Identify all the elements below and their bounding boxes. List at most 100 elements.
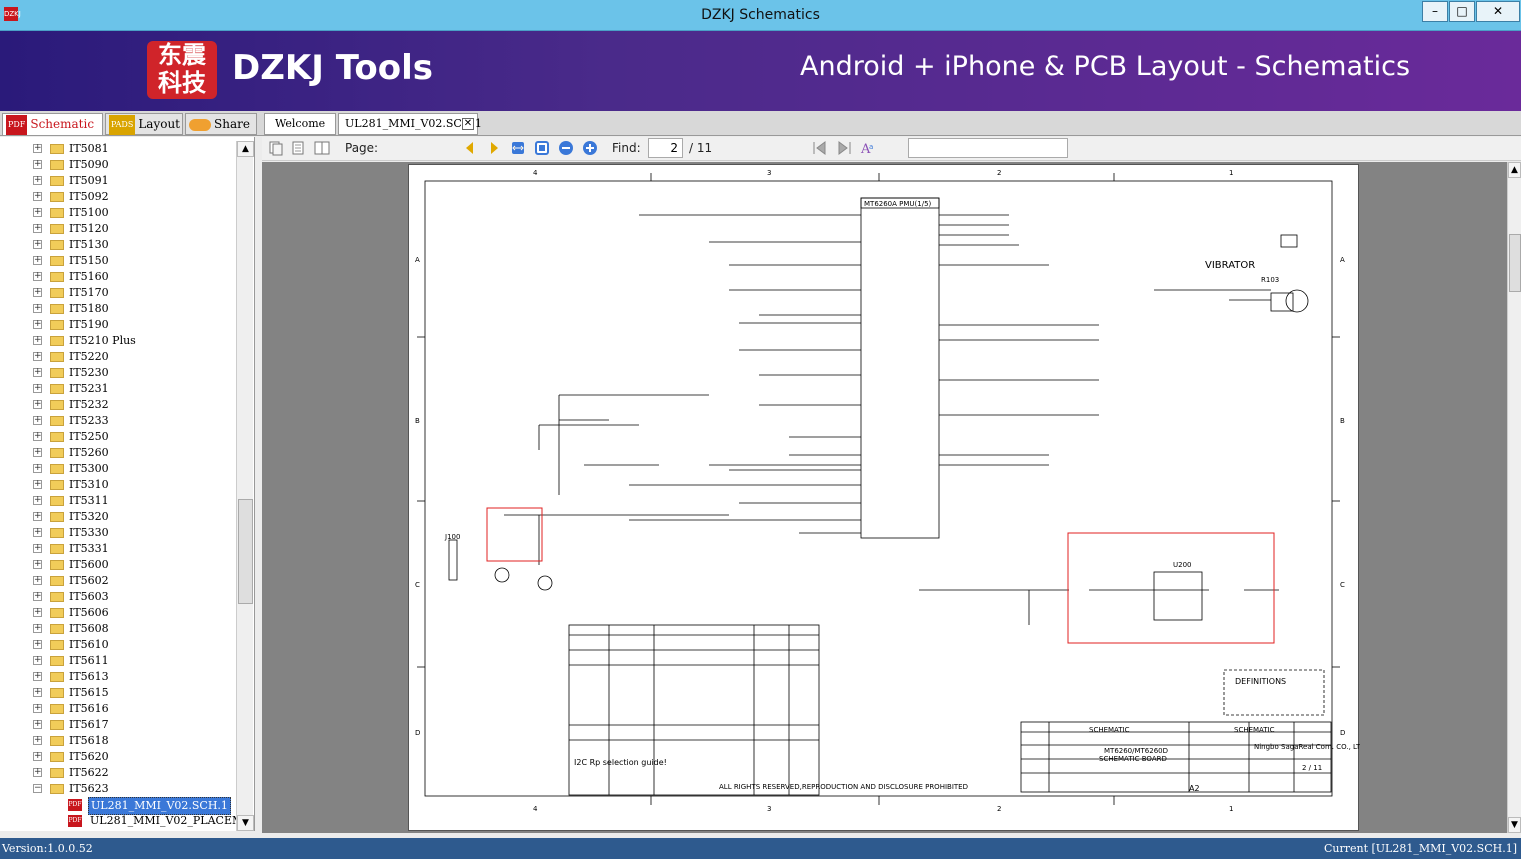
viewer-scroll-up-icon[interactable]: ▲ [1508, 162, 1521, 178]
collapse-icon[interactable]: − [33, 784, 42, 793]
tree-folder[interactable]: + IT5232 [0, 397, 236, 413]
tree-file[interactable]: PDF UL281_MMI_V02.SCH.1 [0, 797, 236, 815]
tree-folder[interactable]: + IT5603 [0, 589, 236, 605]
zoom-out-icon[interactable] [558, 140, 574, 156]
tree-folder[interactable]: + IT5613 [0, 669, 236, 685]
expand-icon[interactable]: + [33, 752, 42, 761]
tree-folder[interactable]: + IT5616 [0, 701, 236, 717]
tree-folder[interactable]: + IT5617 [0, 717, 236, 733]
fit-width-icon[interactable] [510, 140, 526, 156]
expand-icon[interactable]: + [33, 256, 42, 265]
fit-page-icon[interactable] [534, 140, 550, 156]
expand-icon[interactable]: + [33, 560, 42, 569]
expand-icon[interactable]: + [33, 480, 42, 489]
tree-folder[interactable]: + IT5190 [0, 317, 236, 333]
tab-document[interactable]: UL281_MMI_V02.SCH.1 ✕ [338, 113, 482, 135]
expand-icon[interactable]: + [33, 400, 42, 409]
tree-folder[interactable]: + IT5260 [0, 445, 236, 461]
expand-icon[interactable]: + [33, 144, 42, 153]
expand-icon[interactable]: + [33, 208, 42, 217]
find-prev-icon[interactable] [812, 140, 828, 156]
tree-folder[interactable]: + IT5608 [0, 621, 236, 637]
two-page-icon[interactable] [314, 140, 330, 156]
expand-icon[interactable]: + [33, 384, 42, 393]
viewer-scrollbar[interactable]: ▲ ▼ [1507, 162, 1521, 833]
tree-folder[interactable]: + IT5620 [0, 749, 236, 765]
tree-folder[interactable]: + IT5611 [0, 653, 236, 669]
expand-icon[interactable]: + [33, 624, 42, 633]
expand-icon[interactable]: + [33, 528, 42, 537]
tree-folder[interactable]: + IT5311 [0, 493, 236, 509]
tab-schematic[interactable]: PDF Schematic [2, 113, 103, 135]
tree-folder[interactable]: + IT5606 [0, 605, 236, 621]
page-input[interactable] [648, 138, 683, 158]
tree-folder[interactable]: + IT5120 [0, 221, 236, 237]
tree-folder[interactable]: + IT5100 [0, 205, 236, 221]
expand-icon[interactable]: + [33, 496, 42, 505]
minimize-button[interactable]: – [1422, 1, 1448, 22]
expand-icon[interactable]: + [33, 768, 42, 777]
expand-icon[interactable]: + [33, 416, 42, 425]
close-button[interactable]: ✕ [1476, 1, 1520, 22]
viewer-scroll-down-icon[interactable]: ▼ [1508, 817, 1521, 833]
expand-icon[interactable]: + [33, 288, 42, 297]
expand-icon[interactable]: + [33, 736, 42, 745]
scroll-up-icon[interactable]: ▲ [237, 141, 254, 157]
expand-icon[interactable]: + [33, 448, 42, 457]
zoom-in-icon[interactable] [582, 140, 598, 156]
close-tab-icon[interactable]: ✕ [462, 118, 474, 130]
tree-folder[interactable]: + IT5602 [0, 573, 236, 589]
expand-icon[interactable]: + [33, 272, 42, 281]
expand-icon[interactable]: + [33, 224, 42, 233]
scroll-down-icon[interactable]: ▼ [237, 815, 254, 831]
tree-folder[interactable]: + IT5230 [0, 365, 236, 381]
expand-icon[interactable]: + [33, 688, 42, 697]
next-page-icon[interactable] [486, 140, 502, 156]
tree-folder[interactable]: + IT5310 [0, 477, 236, 493]
tree-folder[interactable]: + IT5170 [0, 285, 236, 301]
expand-icon[interactable]: + [33, 352, 42, 361]
tree-file[interactable]: PDF UL281_MMI_V02_PLACEMENT [0, 813, 254, 829]
expand-icon[interactable]: + [33, 336, 42, 345]
expand-icon[interactable]: + [33, 192, 42, 201]
tab-share[interactable]: Share [185, 113, 257, 135]
expand-icon[interactable]: + [33, 240, 42, 249]
expand-icon[interactable]: + [33, 544, 42, 553]
tree-folder[interactable]: − IT5623 [0, 781, 236, 797]
tree-folder[interactable]: + IT5150 [0, 253, 236, 269]
document-viewer[interactable]: 4 3 2 1 4 3 2 1 A B C D A B C D MT6260A … [262, 162, 1507, 833]
expand-icon[interactable]: + [33, 672, 42, 681]
find-next-icon[interactable] [836, 140, 852, 156]
tree-folder[interactable]: + IT5300 [0, 461, 236, 477]
tree-folder[interactable]: + IT5615 [0, 685, 236, 701]
tree-scrollbar[interactable]: ▲ ▼ [236, 141, 254, 831]
expand-icon[interactable]: + [33, 304, 42, 313]
expand-icon[interactable]: + [33, 464, 42, 473]
tree-folder[interactable]: + IT5092 [0, 189, 236, 205]
tab-welcome[interactable]: Welcome [264, 113, 336, 135]
expand-icon[interactable]: + [33, 576, 42, 585]
tree-folder[interactable]: + IT5090 [0, 157, 236, 173]
tree-folder[interactable]: + IT5231 [0, 381, 236, 397]
tree-folder[interactable]: + IT5600 [0, 557, 236, 573]
find-input[interactable] [908, 138, 1068, 158]
tree-folder[interactable]: + IT5618 [0, 733, 236, 749]
tree-folder[interactable]: + IT5250 [0, 429, 236, 445]
tree-folder[interactable]: + IT5320 [0, 509, 236, 525]
tree-folder[interactable]: + IT5331 [0, 541, 236, 557]
expand-icon[interactable]: + [33, 640, 42, 649]
expand-icon[interactable]: + [33, 176, 42, 185]
expand-icon[interactable]: + [33, 704, 42, 713]
tree-folder[interactable]: + IT5210 Plus [0, 333, 236, 349]
expand-icon[interactable]: + [33, 512, 42, 521]
expand-icon[interactable]: + [33, 720, 42, 729]
tree-folder[interactable]: + IT5180 [0, 301, 236, 317]
copy-icon[interactable] [268, 140, 284, 156]
tree-folder[interactable]: + IT5160 [0, 269, 236, 285]
maximize-button[interactable]: □ [1449, 1, 1475, 22]
expand-icon[interactable]: + [33, 160, 42, 169]
tree-folder[interactable]: + IT5220 [0, 349, 236, 365]
tree-folder[interactable]: + IT5091 [0, 173, 236, 189]
tab-layout[interactable]: PADS Layout [105, 113, 183, 135]
prev-page-icon[interactable] [462, 140, 478, 156]
